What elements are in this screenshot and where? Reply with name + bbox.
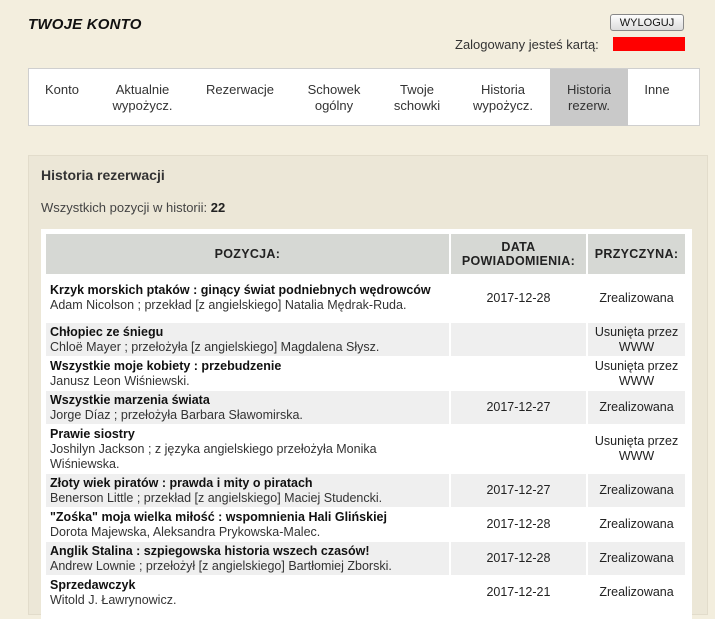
tab-label: Historia rezerw. bbox=[566, 82, 612, 113]
history-count-label: Wszystkich pozycji w historii: bbox=[41, 200, 208, 215]
tab-label: Aktualnie wypożycz. bbox=[112, 82, 173, 113]
reason: Usunięta przez WWW bbox=[588, 323, 685, 357]
item-title[interactable]: Wszystkie moje kobiety : przebudzenie bbox=[50, 359, 445, 374]
tab-label: Konto bbox=[45, 82, 79, 97]
notification-date bbox=[450, 425, 587, 474]
reason: Zrealizowana bbox=[588, 474, 685, 508]
column-header-przyczyna: PRZYCZYNA: bbox=[588, 234, 685, 274]
item-authors: Adam Nicolson ; przekład [z angielskiego… bbox=[50, 298, 407, 312]
tab-historia-wypozycz[interactable]: Historia wypożycz. bbox=[456, 69, 550, 126]
tab-label: Rezerwacje bbox=[206, 82, 274, 97]
account-tabs: Konto Aktualnie wypożycz. Rezerwacje Sch… bbox=[28, 68, 700, 126]
logout-button[interactable]: WYLOGUJ bbox=[610, 14, 684, 31]
notification-date: 2017-12-28 bbox=[450, 274, 587, 323]
table-row: "Zośka" moja wielka miłość : wspomnienia… bbox=[46, 508, 685, 542]
item-title[interactable]: Wszystkie marzenia świata bbox=[50, 393, 445, 408]
table-row: Złoty wiek piratów : prawda i mity o pir… bbox=[46, 474, 685, 508]
tab-inne[interactable]: Inne bbox=[628, 69, 686, 126]
tab-label: Schowek ogólny bbox=[307, 82, 361, 113]
reason: Usunięta przez WWW bbox=[588, 425, 685, 474]
item-title[interactable]: Sprzedawczyk bbox=[50, 578, 445, 593]
item-title[interactable]: Złoty wiek piratów : prawda i mity o pir… bbox=[50, 476, 445, 491]
history-count: Wszystkich pozycji w historii: 22 bbox=[41, 200, 225, 215]
notification-date bbox=[450, 323, 587, 357]
table-row: Anglik Stalina : szpiegowska historia ws… bbox=[46, 542, 685, 576]
history-table-container: POZYCJA: DATA POWIADOMIENIA: PRZYCZYNA: … bbox=[41, 229, 692, 619]
section-heading: Historia rezerwacji bbox=[41, 167, 165, 183]
history-table: POZYCJA: DATA POWIADOMIENIA: PRZYCZYNA: … bbox=[44, 234, 687, 610]
column-header-data: DATA POWIADOMIENIA: bbox=[450, 234, 587, 274]
table-row: Chłopiec ze śniegu Chloë Mayer ; przełoży… bbox=[46, 323, 685, 357]
notification-date: 2017-12-21 bbox=[450, 576, 587, 610]
tab-historia-rezerw[interactable]: Historia rezerw. bbox=[550, 69, 628, 126]
reason: Zrealizowana bbox=[588, 576, 685, 610]
notification-date: 2017-12-28 bbox=[450, 508, 587, 542]
table-row: Prawie siostry Joshilyn Jackson ; z język… bbox=[46, 425, 685, 474]
notification-date: 2017-12-28 bbox=[450, 542, 587, 576]
tab-aktualnie-wypozycz[interactable]: Aktualnie wypożycz. bbox=[95, 69, 190, 126]
item-authors: Joshilyn Jackson ; z języka angielskiego… bbox=[50, 441, 377, 471]
tab-label: Twoje schowki bbox=[393, 82, 441, 113]
tab-konto[interactable]: Konto bbox=[29, 69, 95, 126]
table-row: Krzyk morskich ptaków : ginący świat pod… bbox=[46, 274, 685, 323]
item-authors: Chloë Mayer ; przełożyła [z angielskiego… bbox=[50, 339, 380, 354]
item-title[interactable]: Krzyk morskich ptaków : ginący świat pod… bbox=[50, 283, 445, 298]
item-authors: Benerson Little ; przekład [z angielskie… bbox=[50, 490, 383, 505]
reason: Zrealizowana bbox=[588, 391, 685, 425]
item-authors: Janusz Leon Wiśniewski. bbox=[50, 373, 190, 388]
notification-date: 2017-12-27 bbox=[450, 474, 587, 508]
reason: Zrealizowana bbox=[588, 542, 685, 576]
notification-date bbox=[450, 357, 587, 391]
card-number-redacted bbox=[613, 37, 685, 51]
tab-rezerwacje[interactable]: Rezerwacje bbox=[190, 69, 290, 126]
reason: Usunięta przez WWW bbox=[588, 357, 685, 391]
item-authors: Andrew Lownie ; przełożył [z angielskieg… bbox=[50, 558, 392, 573]
item-authors: Jorge Díaz ; przełożyła Barbara Sławomir… bbox=[50, 407, 303, 422]
item-authors: Witold J. Ławrynowicz. bbox=[50, 592, 177, 607]
column-header-pozycja: POZYCJA: bbox=[46, 234, 449, 274]
item-authors: Dorota Majewska, Aleksandra Prykowska-Ma… bbox=[50, 524, 321, 539]
tab-label: Historia wypożycz. bbox=[473, 82, 533, 113]
history-count-value: 22 bbox=[210, 200, 226, 215]
table-row: Wszystkie moje kobiety : przebudzenie Jan… bbox=[46, 357, 685, 391]
logged-in-label: Zalogowany jesteś kartą: bbox=[455, 37, 599, 52]
table-row: Sprzedawczyk Witold J. Ławrynowicz. 2017-… bbox=[46, 576, 685, 610]
reason: Zrealizowana bbox=[588, 508, 685, 542]
reason: Zrealizowana bbox=[588, 274, 685, 323]
notification-date: 2017-12-27 bbox=[450, 391, 587, 425]
item-title[interactable]: "Zośka" moja wielka miłość : wspomnienia… bbox=[50, 510, 445, 525]
page-title: TWOJE KONTO bbox=[28, 16, 142, 33]
tab-label: Inne bbox=[644, 82, 670, 97]
tab-twoje-schowki[interactable]: Twoje schowki bbox=[378, 69, 456, 126]
item-title[interactable]: Prawie siostry bbox=[50, 427, 445, 442]
item-title[interactable]: Anglik Stalina : szpiegowska historia ws… bbox=[50, 544, 445, 559]
tab-schowek-ogolny[interactable]: Schowek ogólny bbox=[290, 69, 378, 126]
item-title[interactable]: Chłopiec ze śniegu bbox=[50, 325, 445, 340]
table-row: Wszystkie marzenia świata Jorge Díaz ; pr… bbox=[46, 391, 685, 425]
